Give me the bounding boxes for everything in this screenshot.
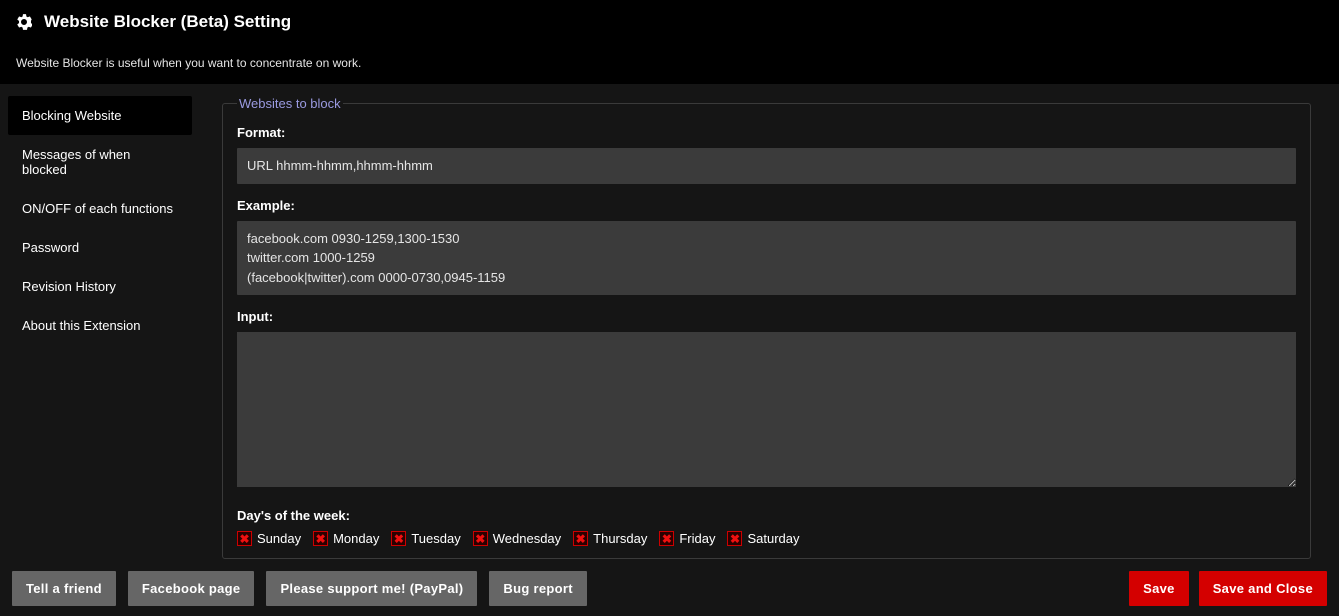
checkbox-icon[interactable]: ✖ [313,531,328,546]
example-line: facebook.com 0930-1259,1300-1530 [247,229,1286,249]
sidebar-item-blocking-website[interactable]: Blocking Website [8,96,192,135]
gear-icon [16,14,32,30]
sidebar-item-on-off-of-each-functions[interactable]: ON/OFF of each functions [8,189,192,228]
day-label: Monday [333,531,379,546]
checkbox-icon[interactable]: ✖ [473,531,488,546]
save-button[interactable]: Save [1129,571,1189,606]
checkbox-icon[interactable]: ✖ [659,531,674,546]
checkbox-icon[interactable]: ✖ [237,531,252,546]
sidebar-item-password[interactable]: Password [8,228,192,267]
save-and-close-button[interactable]: Save and Close [1199,571,1327,606]
panel-legend: Websites to block [237,96,343,111]
footer: Tell a friend Facebook page Please support… [0,571,1339,606]
day-label: Friday [679,531,715,546]
day-monday[interactable]: ✖ Monday [313,531,385,546]
format-label: Format: [237,125,1296,140]
checkbox-icon[interactable]: ✖ [391,531,406,546]
day-label: Wednesday [493,531,561,546]
day-tuesday[interactable]: ✖ Tuesday [391,531,466,546]
websites-to-block-panel: Websites to block Format: URL hhmm-hhmm,… [222,96,1311,559]
tell-a-friend-button[interactable]: Tell a friend [12,571,116,606]
blocklist-input[interactable] [237,332,1296,487]
checkbox-icon[interactable]: ✖ [727,531,742,546]
day-saturday[interactable]: ✖ Saturday [727,531,805,546]
example-line: (facebook|twitter).com 0000-0730,0945-11… [247,268,1286,288]
days-label: Day's of the week: [237,508,1296,523]
sidebar: Blocking WebsiteMessages of when blocked… [0,84,200,571]
day-friday[interactable]: ✖ Friday [659,531,721,546]
example-line: twitter.com 1000-1259 [247,248,1286,268]
format-value: URL hhmm-hhmm,hhmm-hhmm [237,148,1296,184]
day-label: Sunday [257,531,301,546]
example-label: Example: [237,198,1296,213]
sidebar-item-revision-history[interactable]: Revision History [8,267,192,306]
page-subtitle: Website Blocker is useful when you want … [16,56,1323,70]
day-label: Saturday [747,531,799,546]
bug-report-button[interactable]: Bug report [489,571,586,606]
checkbox-icon[interactable]: ✖ [573,531,588,546]
day-label: Tuesday [411,531,460,546]
day-sunday[interactable]: ✖ Sunday [237,531,307,546]
facebook-page-button[interactable]: Facebook page [128,571,255,606]
day-wednesday[interactable]: ✖ Wednesday [473,531,567,546]
day-thursday[interactable]: ✖ Thursday [573,531,653,546]
page-title: Website Blocker (Beta) Setting [44,12,291,32]
day-label: Thursday [593,531,647,546]
please-support-me-paypal--button[interactable]: Please support me! (PayPal) [266,571,477,606]
input-label: Input: [237,309,1296,324]
sidebar-item-messages-of-when-blocked[interactable]: Messages of when blocked [8,135,192,189]
sidebar-item-about-this-extension[interactable]: About this Extension [8,306,192,345]
days-row: ✖ Sunday ✖ Monday ✖ Tuesday ✖ Wednesday ✖ Thursda… [237,531,1296,546]
example-box: facebook.com 0930-1259,1300-1530twitter.… [237,221,1296,296]
